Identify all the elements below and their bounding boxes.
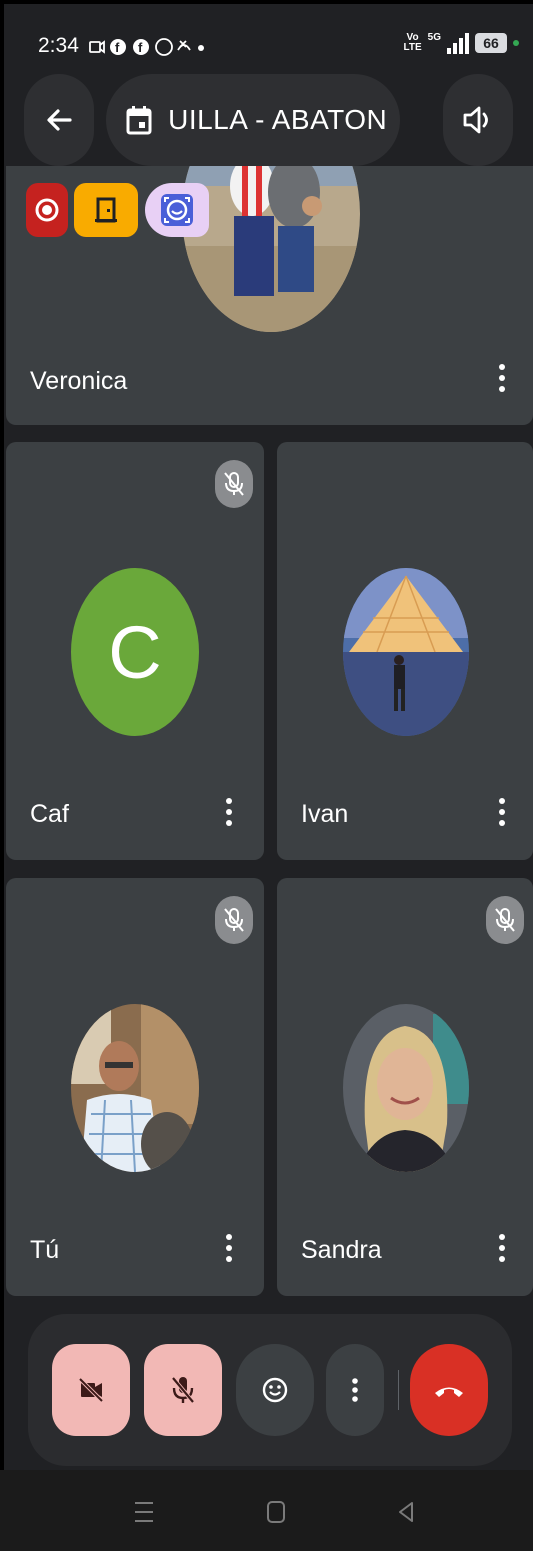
avatar-initial: C [108,610,162,694]
participant-more-button[interactable] [487,1234,517,1262]
battery-level: 66 [483,35,499,51]
volte-label-lte: LTE [403,42,422,53]
call-controls-bar [28,1314,512,1466]
muted-badge [215,460,253,508]
camera-off-icon [78,1377,104,1403]
participant-avatar-veronica [182,166,360,332]
participant-name: Ivan [301,800,349,828]
recording-chip[interactable] [26,183,68,237]
mic-off-icon [224,472,244,496]
meet-call-screen: 2:34 f f Vo LTE 5G 66 UILLA - ABATON Ver… [0,0,533,1551]
privacy-indicator-dot [513,40,519,46]
muted-badge [215,896,253,944]
notification-icons: f f [88,36,238,63]
calendar-icon [126,106,152,135]
participant-tile-self[interactable]: Tú [6,878,264,1296]
back-icon [399,1502,413,1522]
mic-off-icon [224,908,244,932]
end-call-button[interactable] [410,1344,488,1436]
participant-avatar-self [71,1004,199,1172]
muted-badge [486,896,524,944]
participant-more-button[interactable] [487,364,517,392]
audio-output-button[interactable] [443,74,513,166]
participant-tile-caf[interactable]: C Caf [6,442,264,860]
system-navigation-bar [0,1470,533,1551]
emoji-reaction-icon [262,1377,288,1403]
mic-off-icon [171,1376,195,1404]
reactions-button[interactable] [236,1344,314,1436]
participant-name: Caf [30,800,69,828]
home-button[interactable] [256,1492,296,1532]
participant-more-button[interactable] [487,798,517,826]
breakout-rooms-chip[interactable] [74,183,138,237]
speaker-icon [463,106,488,134]
effects-chip[interactable] [145,183,209,237]
camera-toggle-button[interactable] [52,1344,130,1436]
more-options-button[interactable] [326,1344,384,1436]
door-icon [95,197,117,223]
svg-text:f: f [115,40,121,55]
signal-strength-icon [447,32,469,54]
meeting-title-pill[interactable]: UILLA - ABATON [106,74,400,166]
back-button[interactable] [24,74,94,166]
recent-apps-button[interactable] [124,1492,164,1532]
status-time: 2:34 [38,34,79,57]
status-right-group: Vo LTE 5G 66 [404,32,519,54]
controls-divider [398,1370,399,1410]
recent-apps-icon [135,1502,153,1522]
participant-tile-sandra[interactable]: Sandra [277,878,533,1296]
svg-text:f: f [138,40,144,55]
participant-name: Tú [30,1236,60,1264]
participant-more-button[interactable] [214,1234,244,1262]
mic-off-icon [495,908,515,932]
participant-name: Sandra [301,1236,382,1264]
volte-indicator: Vo LTE [404,33,422,53]
more-options-icon [352,1378,358,1402]
participant-tile-ivan[interactable]: Ivan [277,442,533,860]
participant-avatar-caf: C [71,568,199,736]
effects-frame-icon [161,194,193,226]
record-icon [35,198,59,222]
screenshot-border-left [0,0,4,1470]
participant-name: Veronica [30,367,128,395]
participant-avatar-ivan [343,568,469,736]
network-type: 5G [427,32,441,43]
status-bar: 2:34 f f Vo LTE 5G 66 [0,4,533,70]
end-call-icon [435,1387,463,1397]
system-back-button[interactable] [386,1492,426,1532]
participant-avatar-sandra [343,1004,469,1172]
arrow-back-icon [47,109,72,131]
microphone-toggle-button[interactable] [144,1344,222,1436]
home-icon [267,1501,285,1523]
notification-icons-strip: f f [89,38,204,56]
meeting-title: UILLA - ABATON [162,104,388,135]
participant-more-button[interactable] [214,798,244,826]
battery-icon: 66 [475,33,507,53]
